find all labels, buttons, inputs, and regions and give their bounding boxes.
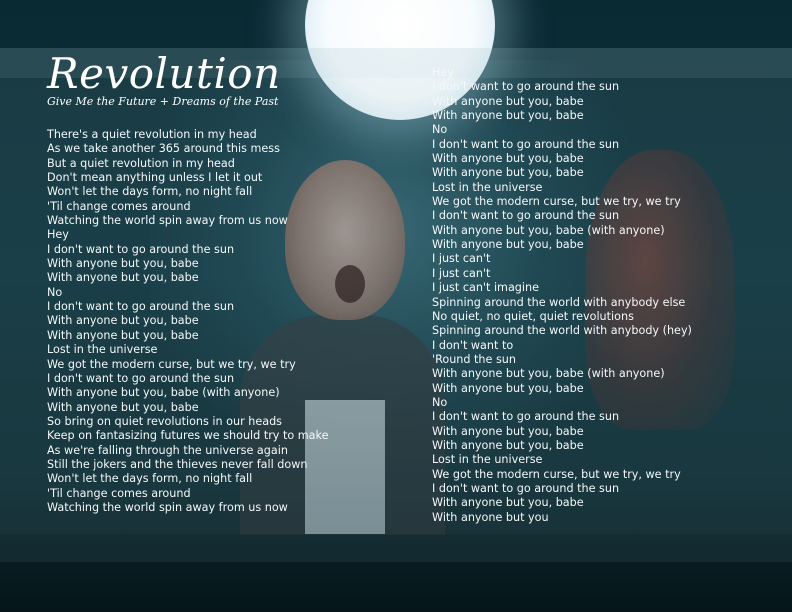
lyric-line: We got the modern curse, but we try, we …	[47, 357, 296, 371]
lyric-line: Don't mean anything unless I let it out	[47, 171, 263, 185]
lyric-line: I don't want to go around the sun	[432, 481, 620, 495]
lyric-line: Hey	[47, 228, 69, 242]
lyric-line: No	[432, 123, 448, 137]
lyric-line: 'Til change comes around	[47, 486, 191, 500]
bottom-strip	[0, 534, 792, 562]
lyric-line: Spinning around the world with anybody (…	[432, 324, 692, 338]
lyric-line: I don't want to	[432, 338, 514, 352]
lyric-line: With anyone but you, babe (with anyone)	[432, 367, 665, 381]
lyric-line: I don't want to go around the sun	[432, 80, 620, 94]
lyric-line: Watching the world spin away from us now	[47, 214, 288, 228]
lyric-line: I don't want to go around the sun	[432, 209, 620, 223]
lyric-line: I just can't imagine	[432, 281, 539, 295]
lyric-line: With anyone but you, babe	[47, 328, 199, 342]
lyric-line: But a quiet revolution in my head	[47, 156, 235, 170]
song-title: Revolution	[47, 49, 281, 98]
album-subtitle: Give Me the Future + Dreams of the Past	[47, 95, 279, 108]
lyric-line: Watching the world spin away from us now	[47, 500, 288, 514]
lyric-line: Hey	[432, 66, 454, 79]
lyric-line: Lost in the universe	[432, 180, 543, 194]
lyric-line: With anyone but you, babe	[47, 271, 199, 285]
lyric-line: I don't want to go around the sun	[432, 410, 620, 424]
lyric-line: I just can't	[432, 266, 491, 280]
lyric-line: No quiet, no quiet, quiet revolutions	[432, 309, 634, 323]
lyric-line: No	[432, 395, 448, 409]
lyric-line: I just can't	[432, 252, 491, 266]
lyric-line: So bring on quiet revolutions in our hea…	[47, 414, 282, 428]
lyric-line: 'Round the sun	[432, 352, 516, 366]
lyric-line: With anyone but you, babe	[432, 438, 584, 452]
lyric-line: With anyone but you, babe	[432, 109, 584, 123]
lyric-line: With anyone but you, babe	[432, 152, 584, 166]
lyric-line: I don't want to go around the sun	[47, 371, 235, 385]
lyric-line: Lost in the universe	[432, 453, 543, 467]
lyric-line: There's a quiet revolution in my head	[47, 128, 257, 141]
lyric-line: With anyone but you, babe	[432, 381, 584, 395]
lyric-line: As we take another 365 around this mess	[47, 142, 280, 156]
lyric-line: We got the modern curse, but we try, we …	[432, 195, 681, 209]
lyric-line: No	[47, 285, 63, 299]
lyric-line: With anyone but you, babe	[432, 424, 584, 438]
lyric-line: With anyone but you	[432, 510, 549, 524]
lyric-line: I don't want to go around the sun	[432, 137, 620, 151]
lyric-line: Keep on fantasizing futures we should tr…	[47, 429, 329, 443]
lyric-line: I don't want to go around the sun	[47, 242, 235, 256]
lyrics-column-right: Hey I don't want to go around the sun With…	[432, 66, 692, 525]
lyric-line: With anyone but you, babe	[47, 314, 199, 328]
lyric-line: With anyone but you, babe	[47, 400, 199, 414]
lyrics-poster: Revolution Give Me the Future + Dreams o…	[0, 0, 792, 612]
lyric-line: Still the jokers and the thieves never f…	[47, 457, 308, 471]
lyric-line: With anyone but you, babe	[432, 238, 584, 252]
lyric-line: With anyone but you, babe	[432, 166, 584, 180]
lyric-line: Won't let the days form, no night fall	[47, 472, 253, 486]
lyric-line: 'Til change comes around	[47, 199, 191, 213]
lyric-line: Won't let the days form, no night fall	[47, 185, 253, 199]
lyric-line: With anyone but you, babe (with anyone)	[47, 386, 280, 400]
lyrics-column-left: There's a quiet revolution in my head As …	[47, 128, 329, 515]
lyric-line: With anyone but you, babe	[432, 94, 584, 108]
lyric-line: I don't want to go around the sun	[47, 300, 235, 314]
lyric-line: Lost in the universe	[47, 343, 158, 357]
lyric-line: With anyone but you, babe	[432, 496, 584, 510]
lyric-line: With anyone but you, babe (with anyone)	[432, 223, 665, 237]
lyric-line: With anyone but you, babe	[47, 257, 199, 271]
lyric-line: Spinning around the world with anybody e…	[432, 295, 686, 309]
lyric-line: We got the modern curse, but we try, we …	[432, 467, 681, 481]
lyric-line: As we're falling through the universe ag…	[47, 443, 288, 457]
